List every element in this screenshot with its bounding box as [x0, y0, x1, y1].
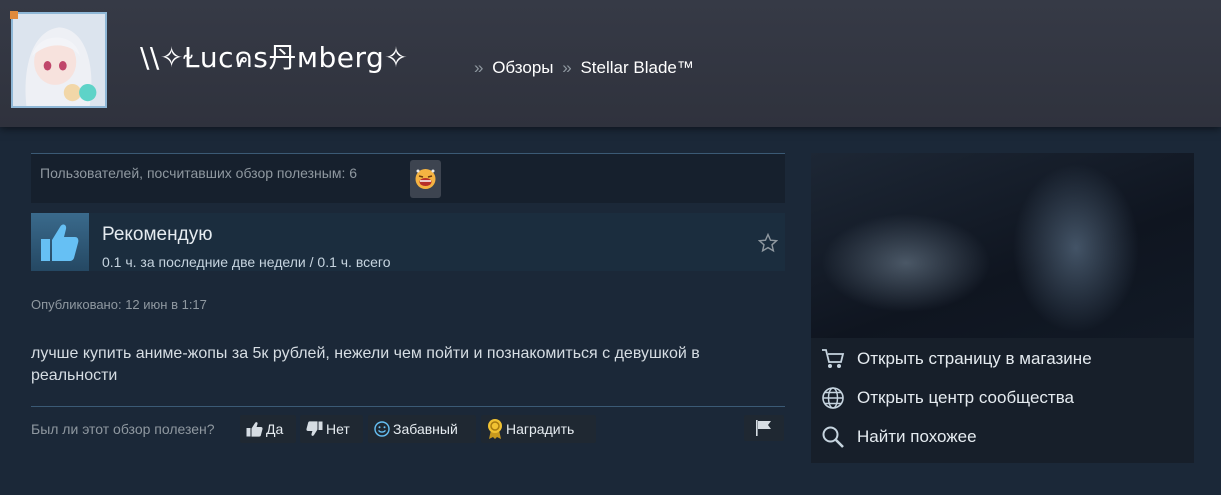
breadcrumb-reviews-link[interactable]: Обзоры — [492, 58, 553, 77]
award-badge[interactable] — [410, 160, 441, 198]
award-ribbon-icon — [488, 419, 502, 439]
recommendation-bar: Рекомендую 0.1 ч. за последние две недел… — [31, 213, 785, 271]
smiley-icon — [374, 421, 390, 437]
helpful-question: Был ли этот обзор полезен? — [31, 421, 215, 437]
review-text: лучше купить аниме-жопы за 5к рублей, не… — [31, 345, 700, 384]
vote-funny-label: Забавный — [393, 421, 458, 437]
recommendation-verdict: Рекомендую — [102, 224, 213, 245]
breadcrumb-game-link[interactable]: Stellar Blade™ — [580, 58, 693, 77]
cart-icon — [822, 349, 845, 368]
store-page-link[interactable]: Открыть страницу в магазине — [821, 345, 1092, 373]
thumbs-up-badge — [31, 213, 89, 271]
thumbs-up-icon — [246, 422, 263, 437]
breadcrumb-separator: » — [562, 58, 572, 77]
report-button[interactable] — [744, 415, 784, 441]
star-icon[interactable] — [758, 233, 778, 253]
playtime-hours: 0.1 ч. за последние две недели / 0.1 ч. … — [102, 254, 391, 270]
vote-yes-button[interactable]: Да — [240, 415, 296, 443]
award-button[interactable]: Наградить — [481, 415, 596, 443]
vote-no-label: Нет — [326, 421, 350, 437]
anime-avatar-icon — [13, 14, 105, 106]
profile-header: \\✧Ɫucคs丹мberg✧ » Обзоры » Stellar Blade… — [0, 0, 1221, 127]
breadcrumb-separator: » — [474, 58, 484, 77]
flag-icon — [756, 420, 771, 436]
helpful-count-text: Пользователей, посчитавших обзор полезны… — [40, 165, 358, 181]
award-label: Наградить — [506, 421, 575, 437]
divider — [31, 406, 785, 407]
thumbs-up-icon — [41, 224, 79, 261]
find-similar-link[interactable]: Найти похожее — [821, 423, 977, 451]
helpful-count-bar: Пользователей, посчитавших обзор полезны… — [31, 153, 785, 203]
search-icon — [822, 426, 844, 448]
posted-date: Опубликовано: 12 июн в 1:17 — [31, 297, 207, 312]
game-sidebar: Открыть страницу в магазине Открыть цент… — [811, 153, 1194, 463]
community-hub-link[interactable]: Открыть центр сообщества — [821, 384, 1074, 412]
vote-yes-label: Да — [266, 421, 284, 437]
globe-icon — [822, 387, 844, 409]
store-page-label: Открыть страницу в магазине — [857, 349, 1092, 368]
vote-funny-button[interactable]: Забавный — [368, 415, 476, 443]
avatar[interactable] — [10, 11, 107, 108]
thumbs-down-icon — [306, 421, 323, 436]
laughing-face-icon — [415, 169, 436, 189]
community-hub-label: Открыть центр сообщества — [857, 388, 1075, 407]
breadcrumb: » Обзоры » Stellar Blade™ — [470, 58, 694, 78]
vote-no-button[interactable]: Нет — [300, 415, 363, 443]
game-capsule-image[interactable] — [811, 153, 1194, 338]
find-similar-label: Найти похожее — [857, 427, 977, 446]
persona-name[interactable]: \\✧Ɫucคs丹мberg✧ — [140, 36, 408, 80]
